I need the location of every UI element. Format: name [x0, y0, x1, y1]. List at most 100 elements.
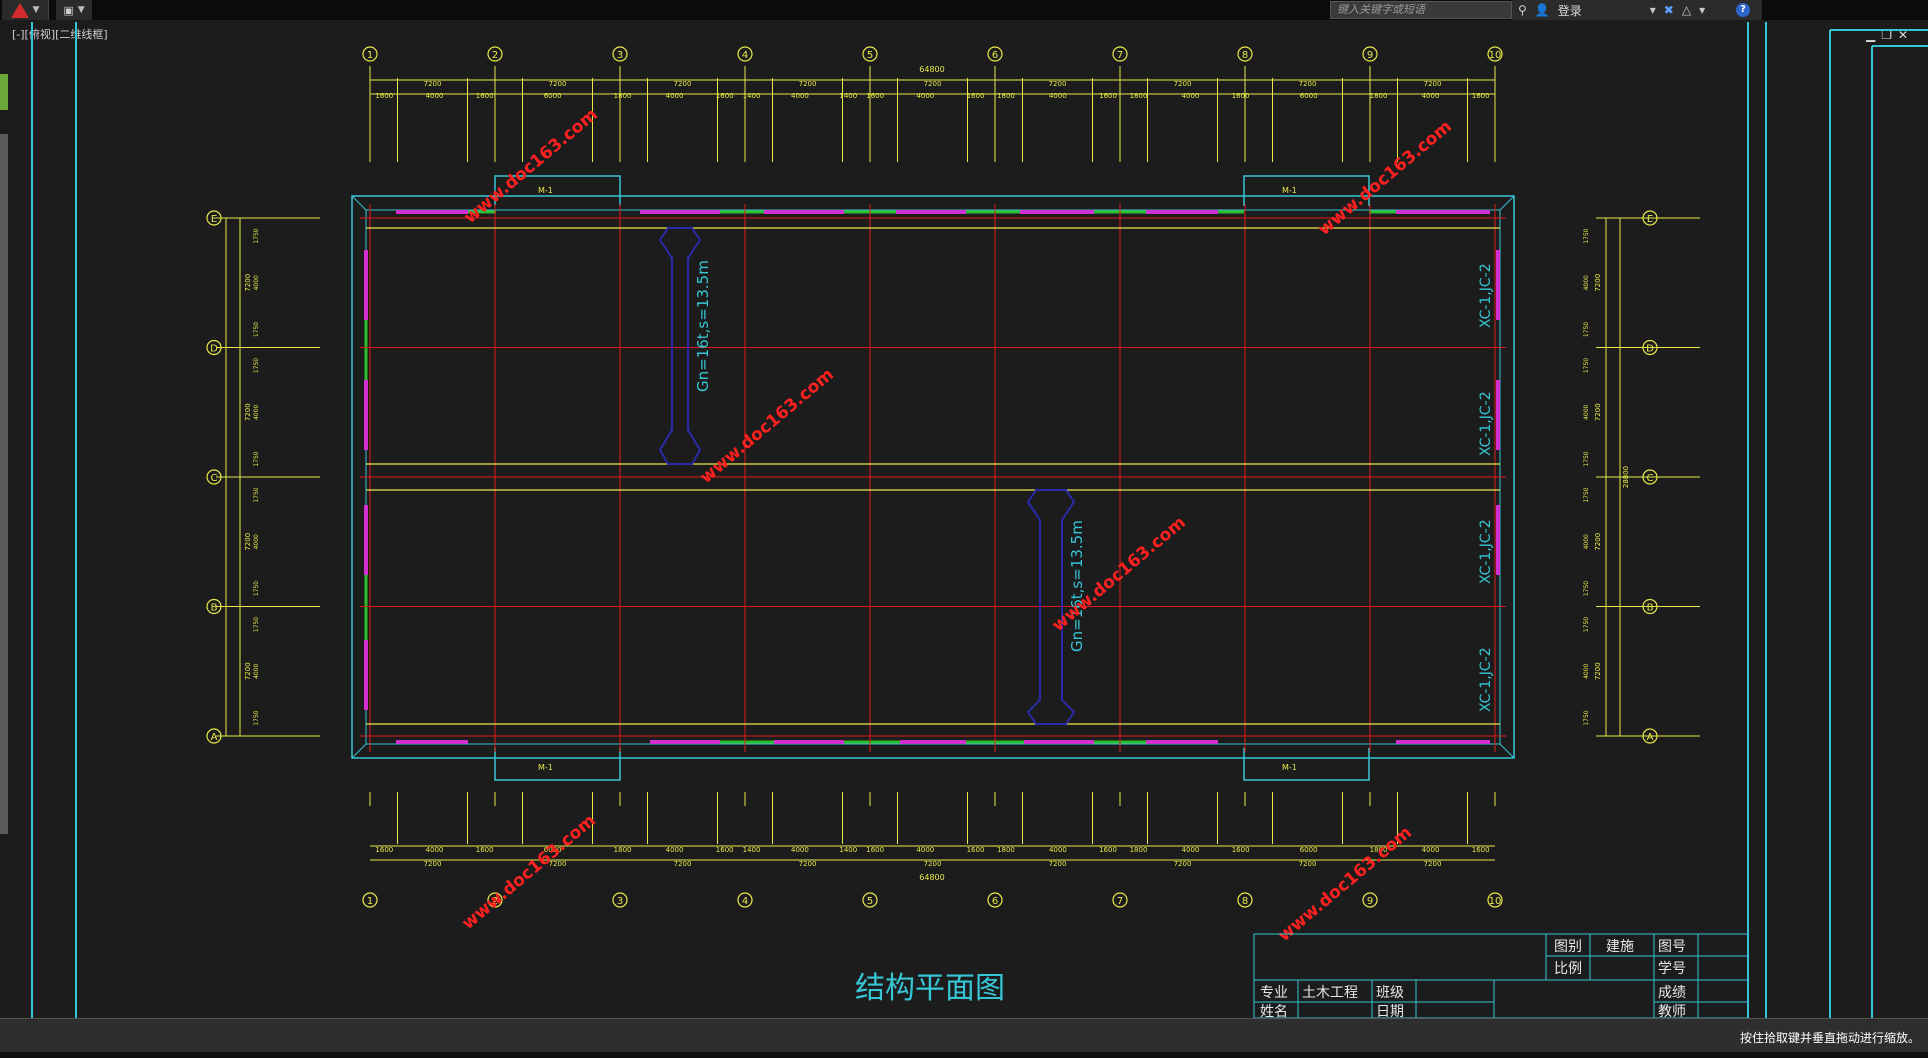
watermark: www.doc163.com [1274, 823, 1415, 946]
axis-label: 8 [1242, 896, 1248, 907]
bay-dimension: 7200 [674, 80, 692, 88]
segment-dimension: 1600 [1099, 846, 1117, 854]
row-dimension: 7200 [1594, 662, 1602, 680]
axis-label: D [1646, 344, 1654, 355]
segment-dimension: 4000 [1182, 846, 1200, 854]
row-subdimension: 1750 [1583, 228, 1590, 243]
row-subdimension: 1750 [1583, 358, 1590, 373]
bay-dimension: 7200 [924, 860, 942, 868]
door-canopy [494, 748, 621, 781]
segment-dimension: 4000 [1049, 846, 1067, 854]
student-no-label: 学号 [1658, 961, 1686, 977]
bay-dimension: 7200 [799, 860, 817, 868]
crane-label: Gn=16t,s=13.5m [694, 260, 712, 392]
axis-label: 6 [992, 50, 998, 61]
bay-dimension: 7200 [424, 80, 442, 88]
bay-dimension: 7200 [424, 860, 442, 868]
row-subdimension: 1750 [253, 358, 260, 373]
segment-dimension: 1800 [1130, 846, 1148, 854]
door-canopy [1243, 748, 1370, 781]
segment-dimension: 1600 [866, 846, 884, 854]
window-label: XC-1,JC-2 [1478, 647, 1494, 712]
bay-dimension: 7200 [1424, 860, 1442, 868]
segment-dimension: 4000 [791, 846, 809, 854]
segment-dimension: 1600 [375, 846, 393, 854]
axis-label: 7 [1117, 50, 1123, 61]
axis-label: D [210, 344, 218, 355]
scale-label: 比例 [1554, 961, 1582, 977]
axis-label: 8 [1242, 50, 1248, 61]
grid-lines [360, 204, 1506, 752]
segment-dimension: 1600 [1472, 92, 1490, 100]
bay-dimension: 7200 [1049, 80, 1067, 88]
segment-dimension: 1600 [476, 92, 494, 100]
segment-dimension: 4000 [426, 846, 444, 854]
corner-line [1499, 743, 1515, 759]
watermark: www.doc163.com [1314, 117, 1455, 240]
bay-dimension: 7200 [549, 80, 567, 88]
segment-dimension: 1400 [839, 92, 857, 100]
bay-dimension: 7200 [799, 80, 817, 88]
axis-label: 4 [742, 50, 748, 61]
watermark: www.doc163.com [696, 365, 837, 488]
row-subdimension: 4000 [253, 275, 260, 290]
row-subdimension: 1750 [253, 581, 260, 596]
overall-length-dim: 64800 [919, 873, 944, 882]
segment-dimension: 1400 [743, 846, 761, 854]
axis-label: C [211, 473, 218, 484]
corner-line [351, 743, 367, 759]
row-subdimension: 4000 [253, 404, 260, 419]
corner-line [1499, 195, 1515, 211]
row-subdimension: 1750 [253, 451, 260, 466]
axis-label: A [211, 732, 218, 743]
row-dimension: 7200 [244, 403, 252, 421]
bay-dimension: 7200 [1424, 80, 1442, 88]
major-label: 专业 [1260, 985, 1288, 1001]
row-subdimension: 1750 [253, 617, 260, 632]
axis-label: 6 [992, 896, 998, 907]
row-dimension: 7200 [244, 274, 252, 292]
bay-dimension: 7200 [924, 80, 942, 88]
window-edge [0, 1052, 1928, 1058]
axis-label: 1 [367, 50, 373, 61]
segment-dimension: 4000 [1422, 92, 1440, 100]
corner-line [351, 195, 367, 211]
door-label: M-1 [1282, 763, 1297, 772]
segment-dimension: 1600 [967, 92, 985, 100]
segment-dimension: 1600 [476, 846, 494, 854]
segment-dimension: 1600 [1472, 846, 1490, 854]
row-subdimension: 4000 [253, 663, 260, 678]
segment-dimension: 1600 [1099, 92, 1117, 100]
row-subdimension: 4000 [253, 534, 260, 549]
segment-dimension: 1600 [716, 846, 734, 854]
segment-dimension: 1800 [997, 846, 1015, 854]
bay-dimension: 7200 [1299, 80, 1317, 88]
segment-dimension: 1600 [866, 92, 884, 100]
row-subdimension: 1750 [1583, 710, 1590, 725]
axis-label: 10 [1489, 896, 1502, 907]
cad-drawing-canvas[interactable]: M-1 M-1 M-1 M-1 Gn=16t,s=13.5m Gn=16t,s=… [0, 0, 1928, 1018]
watermark: www.doc163.com [460, 105, 601, 228]
segment-dimension: 1800 [1370, 92, 1388, 100]
row-subdimension: 1750 [253, 228, 260, 243]
segment-dimension: 1600 [375, 92, 393, 100]
bay-dimension: 7200 [1174, 80, 1192, 88]
row-subdimension: 1750 [253, 322, 260, 337]
row-subdimension: 1750 [1583, 322, 1590, 337]
name-label: 姓名 [1260, 1004, 1288, 1018]
segment-dimension: 4000 [791, 92, 809, 100]
segment-dimension: 1400 [839, 846, 857, 854]
grade-label: 成绩 [1658, 985, 1686, 1001]
door-label: M-1 [538, 763, 553, 772]
row-dimension: 7200 [244, 662, 252, 680]
segment-dimension: 1800 [1130, 92, 1148, 100]
segment-dimension: 1800 [614, 846, 632, 854]
row-dimension: 7200 [1594, 274, 1602, 292]
row-dimension: 7200 [1594, 533, 1602, 551]
row-subdimension: 1750 [1583, 451, 1590, 466]
segment-dimension: 4000 [916, 92, 934, 100]
row-subdimension: 1750 [1583, 581, 1590, 596]
axis-label: 4 [742, 896, 748, 907]
class-label: 班级 [1376, 985, 1404, 1001]
window-label: XC-1,JC-2 [1478, 519, 1494, 584]
